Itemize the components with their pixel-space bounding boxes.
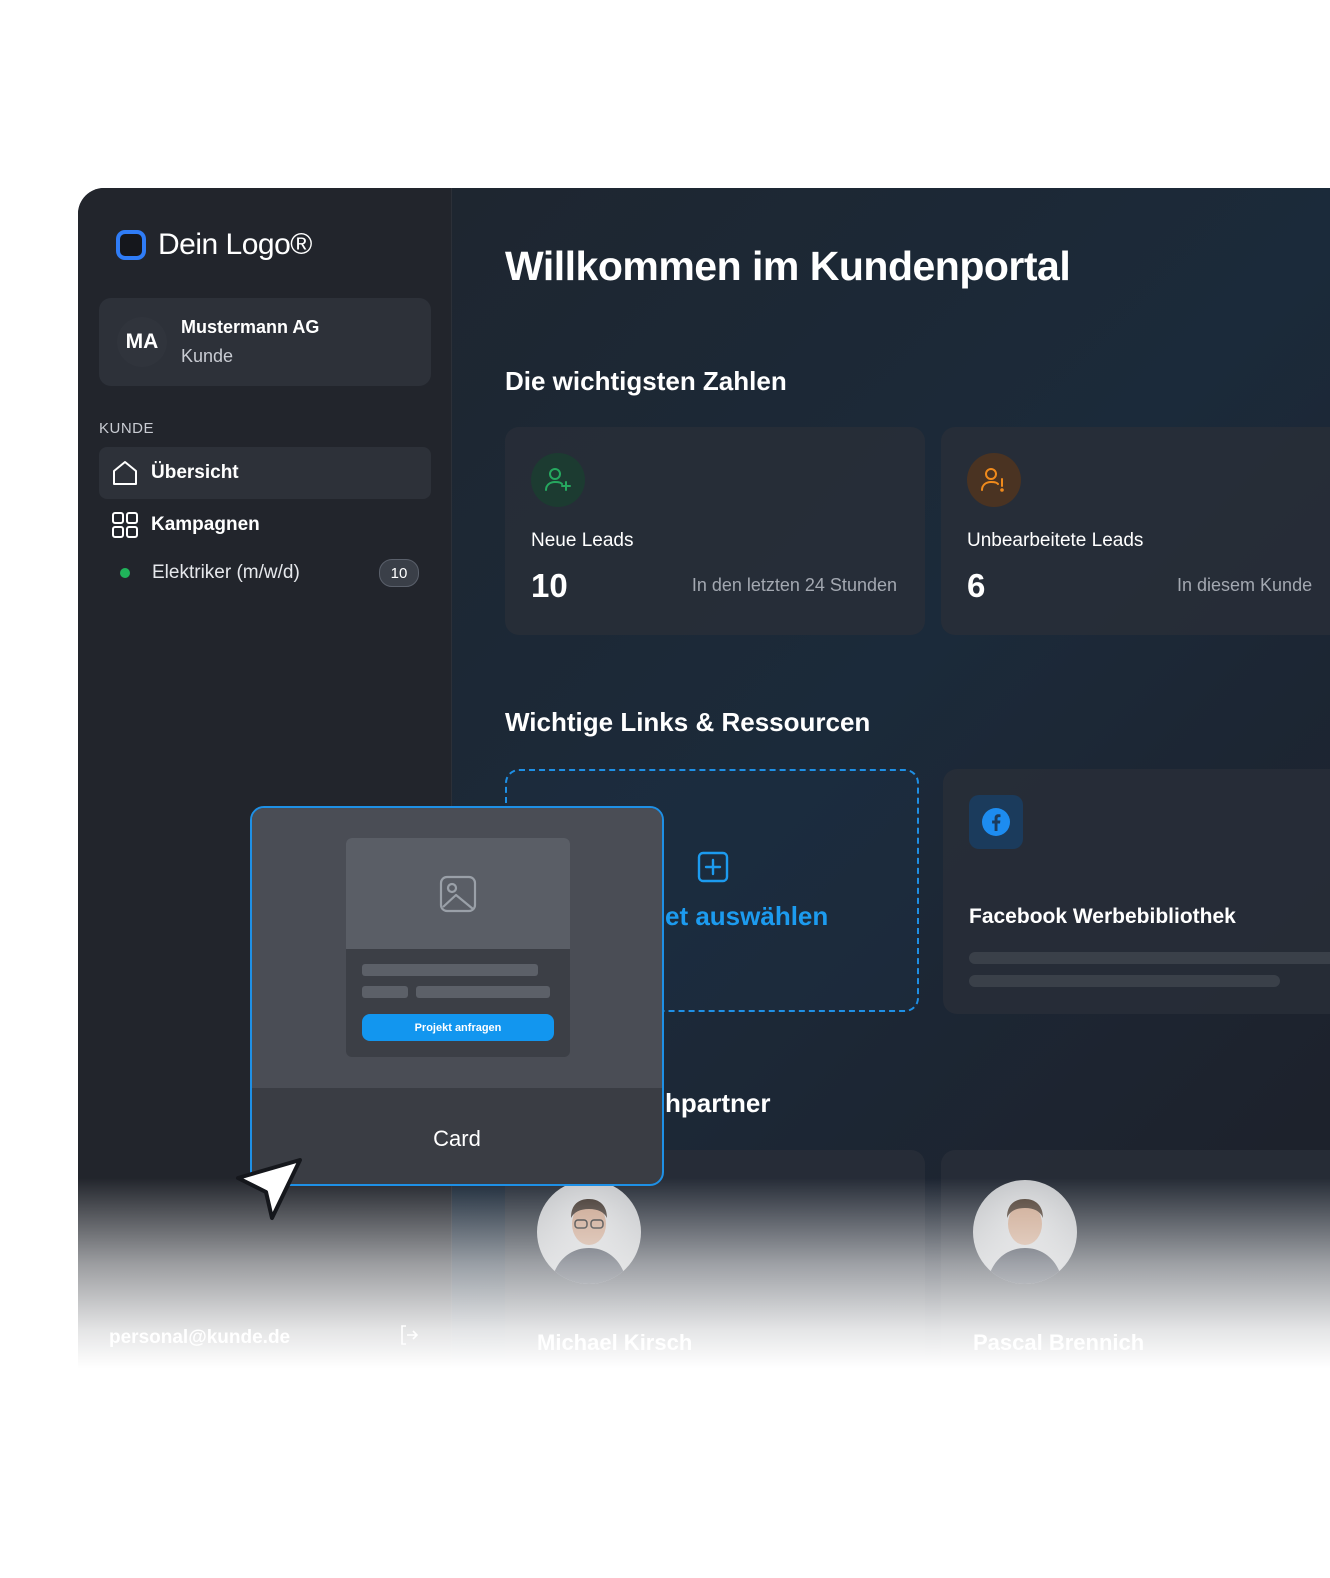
sidebar-item-label: Kampagnen [151,514,260,535]
logo[interactable]: Dein Logo® [116,228,312,262]
cursor-arrow-icon [232,1156,312,1231]
mini-card-preview: Projekt anfragen [346,838,570,1057]
contact-card[interactable]: Pascal Brennich [941,1150,1330,1368]
grid-icon [111,511,139,539]
placeholder-bar [969,975,1280,987]
stat-card-new-leads[interactable]: Neue Leads 10 In den letzten 24 Stunden [505,427,925,635]
stat-card-unprocessed-leads[interactable]: Unbearbeitete Leads 6 In diesem Kunde [941,427,1330,635]
avatar [973,1180,1077,1284]
stat-title: Unbearbeitete Leads [967,530,1144,551]
facebook-icon [969,795,1023,849]
contact-name: Michael Kirsch [537,1330,693,1355]
link-card-facebook[interactable]: ↗ Facebook Werbebibliothek [943,769,1330,1014]
stat-subtitle: In den letzten 24 Stunden [691,575,897,595]
logo-text: Dein Logo® [158,228,312,261]
user-email: personal@kunde.de [109,1326,291,1348]
placeholder-bar [969,952,1330,964]
card-label: Card [433,1126,481,1151]
page-title: Willkommen im Kundenportal [505,243,1071,289]
avatar [537,1180,641,1284]
nav-section-label: KUNDE [99,420,155,437]
links-heading: Wichtige Links & Ressourcen [505,707,871,737]
stats-heading: Die wichtigsten Zahlen [505,366,787,396]
stat-title: Neue Leads [531,530,634,551]
campaign-label: Elektriker (m/w/d) [152,562,300,583]
project-request-button[interactable]: Projekt anfragen [362,1014,554,1041]
image-icon [346,838,570,949]
card-preview-area: Projekt anfragen [252,808,662,1088]
home-icon [111,459,139,487]
stat-value: 6 [967,567,986,604]
sidebar-item-kampagnen[interactable]: Kampagnen [99,499,431,551]
floating-card-component[interactable]: Projekt anfragen Card [250,806,664,1186]
main-content: Willkommen im Kundenportal Die wichtigst… [452,188,1330,1368]
account-role: Kunde [181,346,234,366]
status-dot [120,568,130,578]
placeholder-bar [362,964,538,976]
stat-subtitle: In diesem Kunde [1177,575,1313,595]
logo-icon [116,230,146,260]
contacts-heading: hpartner [665,1088,771,1118]
sidebar-item-label: Übersicht [151,462,239,483]
campaign-item[interactable]: Elektriker (m/w/d) 10 [99,556,431,590]
contact-name: Pascal Brennich [973,1330,1145,1355]
avatar: MA [117,317,167,367]
account-switcher[interactable]: MA Mustermann AG Kunde [99,298,431,386]
account-name: Mustermann AG [181,317,320,337]
plus-square-icon [695,849,731,890]
user-plus-icon [531,453,585,507]
logout-icon[interactable] [397,1323,421,1352]
link-title: Facebook Werbebibliothek [969,905,1236,928]
sidebar-item-uebersicht[interactable]: Übersicht [99,447,431,499]
count-badge: 10 [379,559,419,587]
placeholder-bar [416,986,550,998]
dropzone-label: et auswählen [665,901,829,931]
placeholder-bar [362,986,408,998]
stat-value: 10 [531,567,568,604]
sidebar-footer: personal@kunde.de [109,1323,421,1352]
user-alert-icon [967,453,1021,507]
